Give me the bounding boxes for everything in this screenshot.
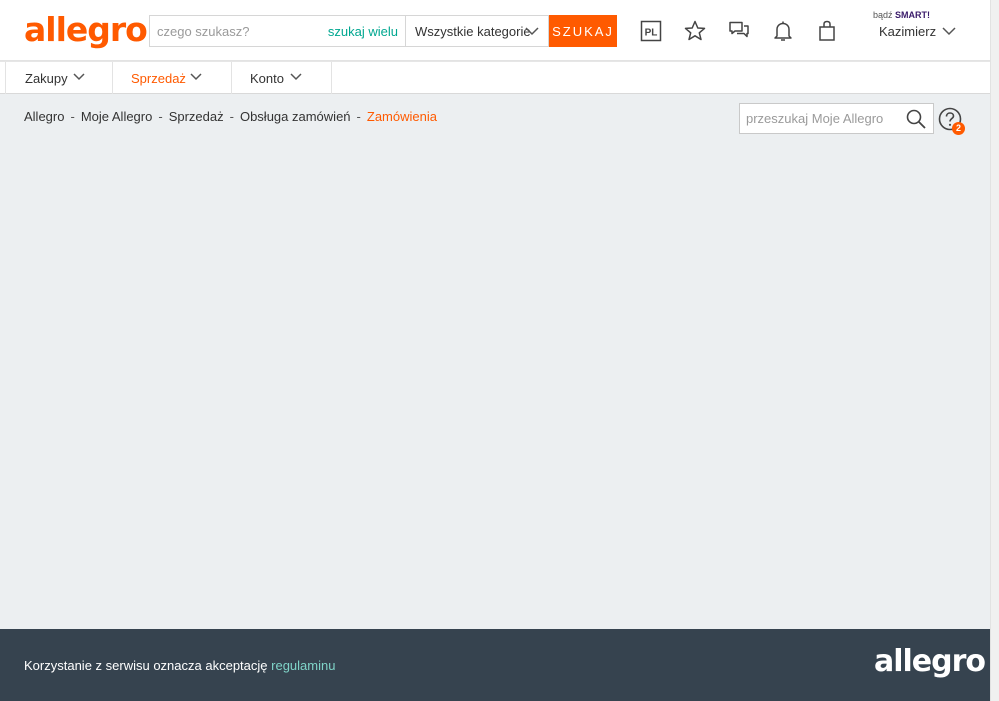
- allegro-logo[interactable]: allegro: [24, 10, 148, 50]
- search-icon[interactable]: [905, 108, 927, 130]
- category-select-label: Wszystkie kategorie: [415, 24, 531, 39]
- search-box: szukaj wielu: [149, 15, 405, 47]
- nav-item-zakupy[interactable]: Zakupy: [5, 62, 113, 94]
- svg-text:PL: PL: [645, 28, 658, 39]
- favorites-button[interactable]: [681, 17, 709, 45]
- star-icon: [684, 20, 706, 41]
- chevron-down-icon: [190, 73, 202, 81]
- nav-item-sprzedaz[interactable]: Sprzedaż: [113, 62, 232, 94]
- breadcrumb-separator: -: [70, 109, 75, 124]
- language-button[interactable]: PL: [637, 17, 665, 45]
- nav-item-label: Zakupy: [25, 71, 68, 86]
- chevron-down-icon: [73, 73, 85, 81]
- footer: Korzystanie z serwisu oznacza akceptację…: [0, 629, 990, 701]
- breadcrumb-item-allegro[interactable]: Allegro: [24, 109, 64, 124]
- nav-item-konto[interactable]: Konto: [232, 62, 332, 94]
- bell-icon: [774, 21, 792, 41]
- breadcrumb-current: Zamówienia: [366, 109, 437, 124]
- footer-terms-label: Korzystanie z serwisu oznacza akceptację: [24, 658, 268, 673]
- nav-item-label: Konto: [250, 71, 284, 86]
- breadcrumb-separator: -: [158, 109, 163, 124]
- language-pl-icon: PL: [640, 20, 662, 42]
- breadcrumb-separator: -: [356, 109, 361, 124]
- cart-button[interactable]: [813, 17, 841, 45]
- top-bar: allegro szukaj wielu Wszystkie kategorie…: [0, 0, 990, 61]
- smart-badge[interactable]: bądź SMART!: [873, 10, 930, 20]
- category-select[interactable]: Wszystkie kategorie: [405, 15, 549, 47]
- chevron-down-icon: [525, 27, 539, 36]
- search-many-link[interactable]: szukaj wielu: [328, 24, 398, 39]
- shopping-bag-icon: [819, 20, 835, 41]
- nav-item-label: Sprzedaż: [131, 71, 186, 86]
- my-allegro-search: [739, 103, 934, 134]
- smart-brand: SMART!: [895, 10, 931, 20]
- main-nav: Zakupy Sprzedaż Konto: [0, 61, 990, 94]
- chat-bubbles-icon: [729, 21, 749, 38]
- user-menu-name[interactable]: Kazimierz: [879, 24, 936, 39]
- footer-terms-text: Korzystanie z serwisu oznacza akceptację…: [24, 658, 335, 673]
- my-allegro-search-input[interactable]: [740, 104, 900, 133]
- page-scrollbar[interactable]: [990, 0, 999, 701]
- chevron-down-icon: [290, 73, 302, 81]
- search-button[interactable]: SZUKAJ: [549, 15, 617, 47]
- breadcrumb-item-sprzedaz[interactable]: Sprzedaż: [169, 109, 224, 124]
- breadcrumb-item-moje-allegro[interactable]: Moje Allegro: [81, 109, 153, 124]
- breadcrumb: Allegro - Moje Allegro - Sprzedaż - Obsługa za…: [24, 109, 437, 124]
- chevron-down-icon[interactable]: [940, 24, 958, 38]
- notifications-button[interactable]: [769, 17, 797, 45]
- messages-button[interactable]: [725, 17, 753, 45]
- search-input[interactable]: [150, 16, 325, 46]
- help-badge: 2: [952, 122, 965, 135]
- breadcrumb-separator: -: [229, 109, 234, 124]
- footer-allegro-logo[interactable]: allegro: [874, 644, 986, 679]
- footer-terms-link[interactable]: regulaminu: [271, 658, 335, 673]
- breadcrumb-item-obsluga-zamowien[interactable]: Obsługa zamówień: [240, 109, 351, 124]
- smart-prefix: bądź: [873, 10, 893, 20]
